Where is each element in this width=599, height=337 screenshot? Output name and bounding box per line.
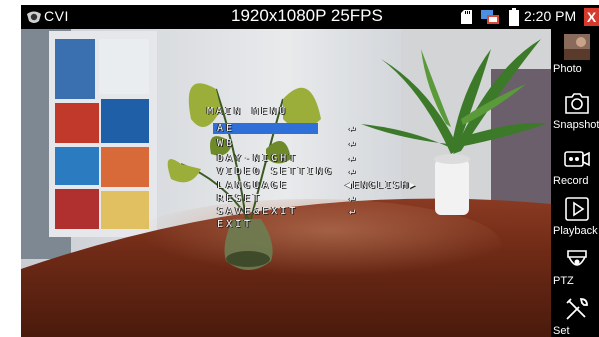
- playback-label: Playback: [553, 225, 598, 237]
- osd-item-wb[interactable]: WB ↵: [217, 138, 547, 150]
- osd-item-label: RESET: [217, 193, 263, 204]
- osd-main-menu: MAIN MENU AE ↵ WB ↵ DAY-NIGHT ↵ VIDEO SE…: [21, 29, 551, 337]
- osd-item-video-setting[interactable]: VIDEO SETTING ↵: [217, 166, 547, 178]
- set-button[interactable]: Set: [551, 291, 599, 337]
- camera-logo-icon: [27, 11, 41, 23]
- function-sidebar: Photo Snapshot Record Playback PTZ Set: [551, 29, 599, 337]
- record-button[interactable]: Record: [551, 141, 599, 197]
- battery-icon: [509, 8, 519, 26]
- dome-camera-icon: [567, 250, 587, 266]
- osd-item-label: SAVE&EXIT: [217, 206, 299, 217]
- enter-icon: ↵: [349, 153, 358, 164]
- snapshot-button[interactable]: Snapshot: [551, 85, 599, 141]
- tester-screen: CVI 1920x1080P 25FPS 2:20 PM X MAIN MENU…: [21, 5, 599, 337]
- app-name: CVI: [44, 8, 69, 24]
- osd-item-exit[interactable]: EXIT: [217, 219, 547, 231]
- osd-item-label: DAY-NIGHT: [217, 153, 299, 164]
- osd-item-ae[interactable]: AE ↵: [213, 123, 547, 135]
- enter-icon: ↵: [349, 123, 358, 134]
- photo-label: Photo: [553, 63, 582, 75]
- osd-item-language[interactable]: LANGUAGE ◀ENGLISH▶: [217, 180, 547, 192]
- enter-icon: ↵: [349, 193, 358, 204]
- resolution-label: 1920x1080P 25FPS: [231, 6, 383, 25]
- osd-item-label: EXIT: [217, 219, 254, 230]
- osd-item-day-night[interactable]: DAY-NIGHT ↵: [217, 153, 547, 165]
- close-button[interactable]: X: [584, 8, 599, 26]
- play-icon: [565, 197, 589, 221]
- enter-icon: ↵: [349, 206, 358, 217]
- osd-menu-title: MAIN MENU: [207, 106, 289, 117]
- status-bar: CVI 1920x1080P 25FPS 2:20 PM X: [21, 5, 599, 29]
- clock: 2:20 PM: [524, 8, 577, 24]
- ptz-button[interactable]: PTZ: [551, 241, 599, 297]
- osd-item-label: WB: [217, 138, 236, 149]
- network-icon: [481, 10, 499, 24]
- ptz-label: PTZ: [553, 275, 574, 287]
- set-label: Set: [553, 325, 570, 337]
- language-value[interactable]: ◀ENGLISH▶: [345, 180, 417, 191]
- osd-item-reset[interactable]: RESET ↵: [217, 193, 547, 205]
- photo-thumbnail-icon: [564, 34, 590, 60]
- camera-icon: [565, 93, 589, 114]
- sd-card-icon: [461, 10, 472, 24]
- record-label: Record: [553, 175, 589, 187]
- video-feed: MAIN MENU AE ↵ WB ↵ DAY-NIGHT ↵ VIDEO SE…: [21, 29, 551, 337]
- osd-item-save-exit[interactable]: SAVE&EXIT ↵: [217, 206, 547, 218]
- osd-item-label: AE: [217, 123, 236, 134]
- enter-icon: ↵: [349, 166, 358, 177]
- photo-button[interactable]: Photo: [551, 29, 599, 85]
- enter-icon: ↵: [349, 138, 358, 149]
- tools-icon: [566, 298, 588, 320]
- osd-item-label: VIDEO SETTING: [217, 166, 335, 177]
- playback-button[interactable]: Playback: [551, 191, 599, 247]
- osd-item-label: LANGUAGE: [217, 180, 290, 191]
- snapshot-label: Snapshot: [553, 119, 599, 131]
- video-camera-icon: [564, 151, 590, 167]
